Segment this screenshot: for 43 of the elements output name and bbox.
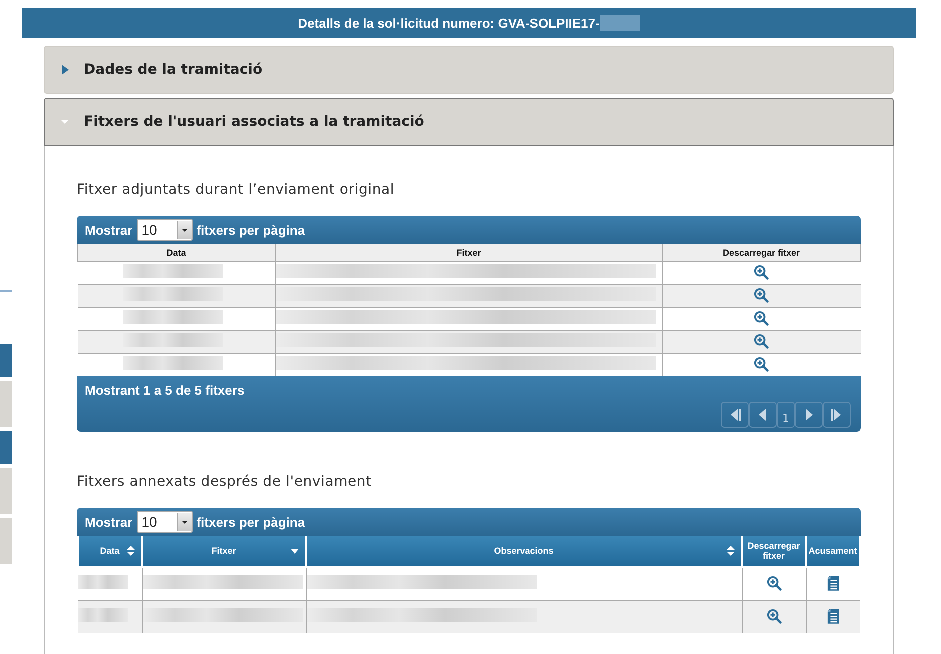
column-header: Acusament: [806, 536, 860, 567]
triangle-down-icon: [60, 117, 70, 127]
column-header[interactable]: Observacions: [306, 536, 742, 567]
page-button[interactable]: 1: [777, 402, 795, 428]
blurred-number: [600, 15, 640, 31]
blurred-text: [78, 608, 128, 622]
column-header: Descarregar fitxer: [742, 536, 806, 567]
page-size-select[interactable]: 10: [136, 219, 193, 241]
page-size-select[interactable]: 10: [136, 511, 193, 533]
show-label: Mostrar: [85, 514, 133, 530]
zoom-in-icon[interactable]: [754, 288, 770, 304]
dropdown-caret-icon: [176, 513, 192, 531]
column-header: Descarregar fitxer: [662, 244, 860, 262]
next-icon[interactable]: [795, 402, 823, 428]
section-heading: Fitxer adjuntats durant l’enviament original: [77, 182, 396, 198]
zoom-in-icon[interactable]: [766, 609, 782, 624]
blurred-text: [78, 574, 128, 588]
zoom-in-icon[interactable]: [754, 311, 770, 326]
document-icon[interactable]: [826, 575, 840, 592]
column-header[interactable]: Fitxer: [142, 536, 306, 567]
show-label: Mostrar: [85, 222, 133, 238]
results-info: Mostrant 1 a 5 de 5 fitxers: [85, 382, 245, 400]
zoom-in-icon[interactable]: [754, 357, 770, 372]
zoom-in-icon[interactable]: [754, 334, 770, 350]
dropdown-caret-icon: [176, 221, 192, 239]
sort-icon[interactable]: [126, 545, 136, 557]
column-header[interactable]: Data: [78, 536, 142, 567]
previous-icon[interactable]: [749, 402, 777, 428]
page-title: Detalls de la sol·licitud numero: GVA-SOLPIIE17-: [298, 16, 600, 30]
section-heading: Fitxers annexats després de l'enviament: [77, 474, 373, 490]
accordion-header[interactable]: Dades de la tramitació: [44, 46, 894, 94]
zoom-in-icon[interactable]: [754, 265, 770, 280]
accordion-header[interactable]: Fitxers de l'usuari associats a la tramitació: [44, 98, 894, 146]
first-page-icon[interactable]: [721, 402, 749, 428]
sort-icon[interactable]: [726, 545, 736, 557]
per-page-label: fitxers per pàgina: [196, 514, 306, 530]
zoom-in-icon[interactable]: [766, 576, 782, 592]
document-icon[interactable]: [826, 608, 840, 626]
last-page-icon[interactable]: [823, 402, 851, 428]
column-header: Fitxer: [276, 244, 662, 262]
triangle-right-icon: [60, 65, 70, 75]
column-header: Data: [78, 244, 276, 262]
per-page-label: fitxers per pàgina: [196, 222, 306, 238]
